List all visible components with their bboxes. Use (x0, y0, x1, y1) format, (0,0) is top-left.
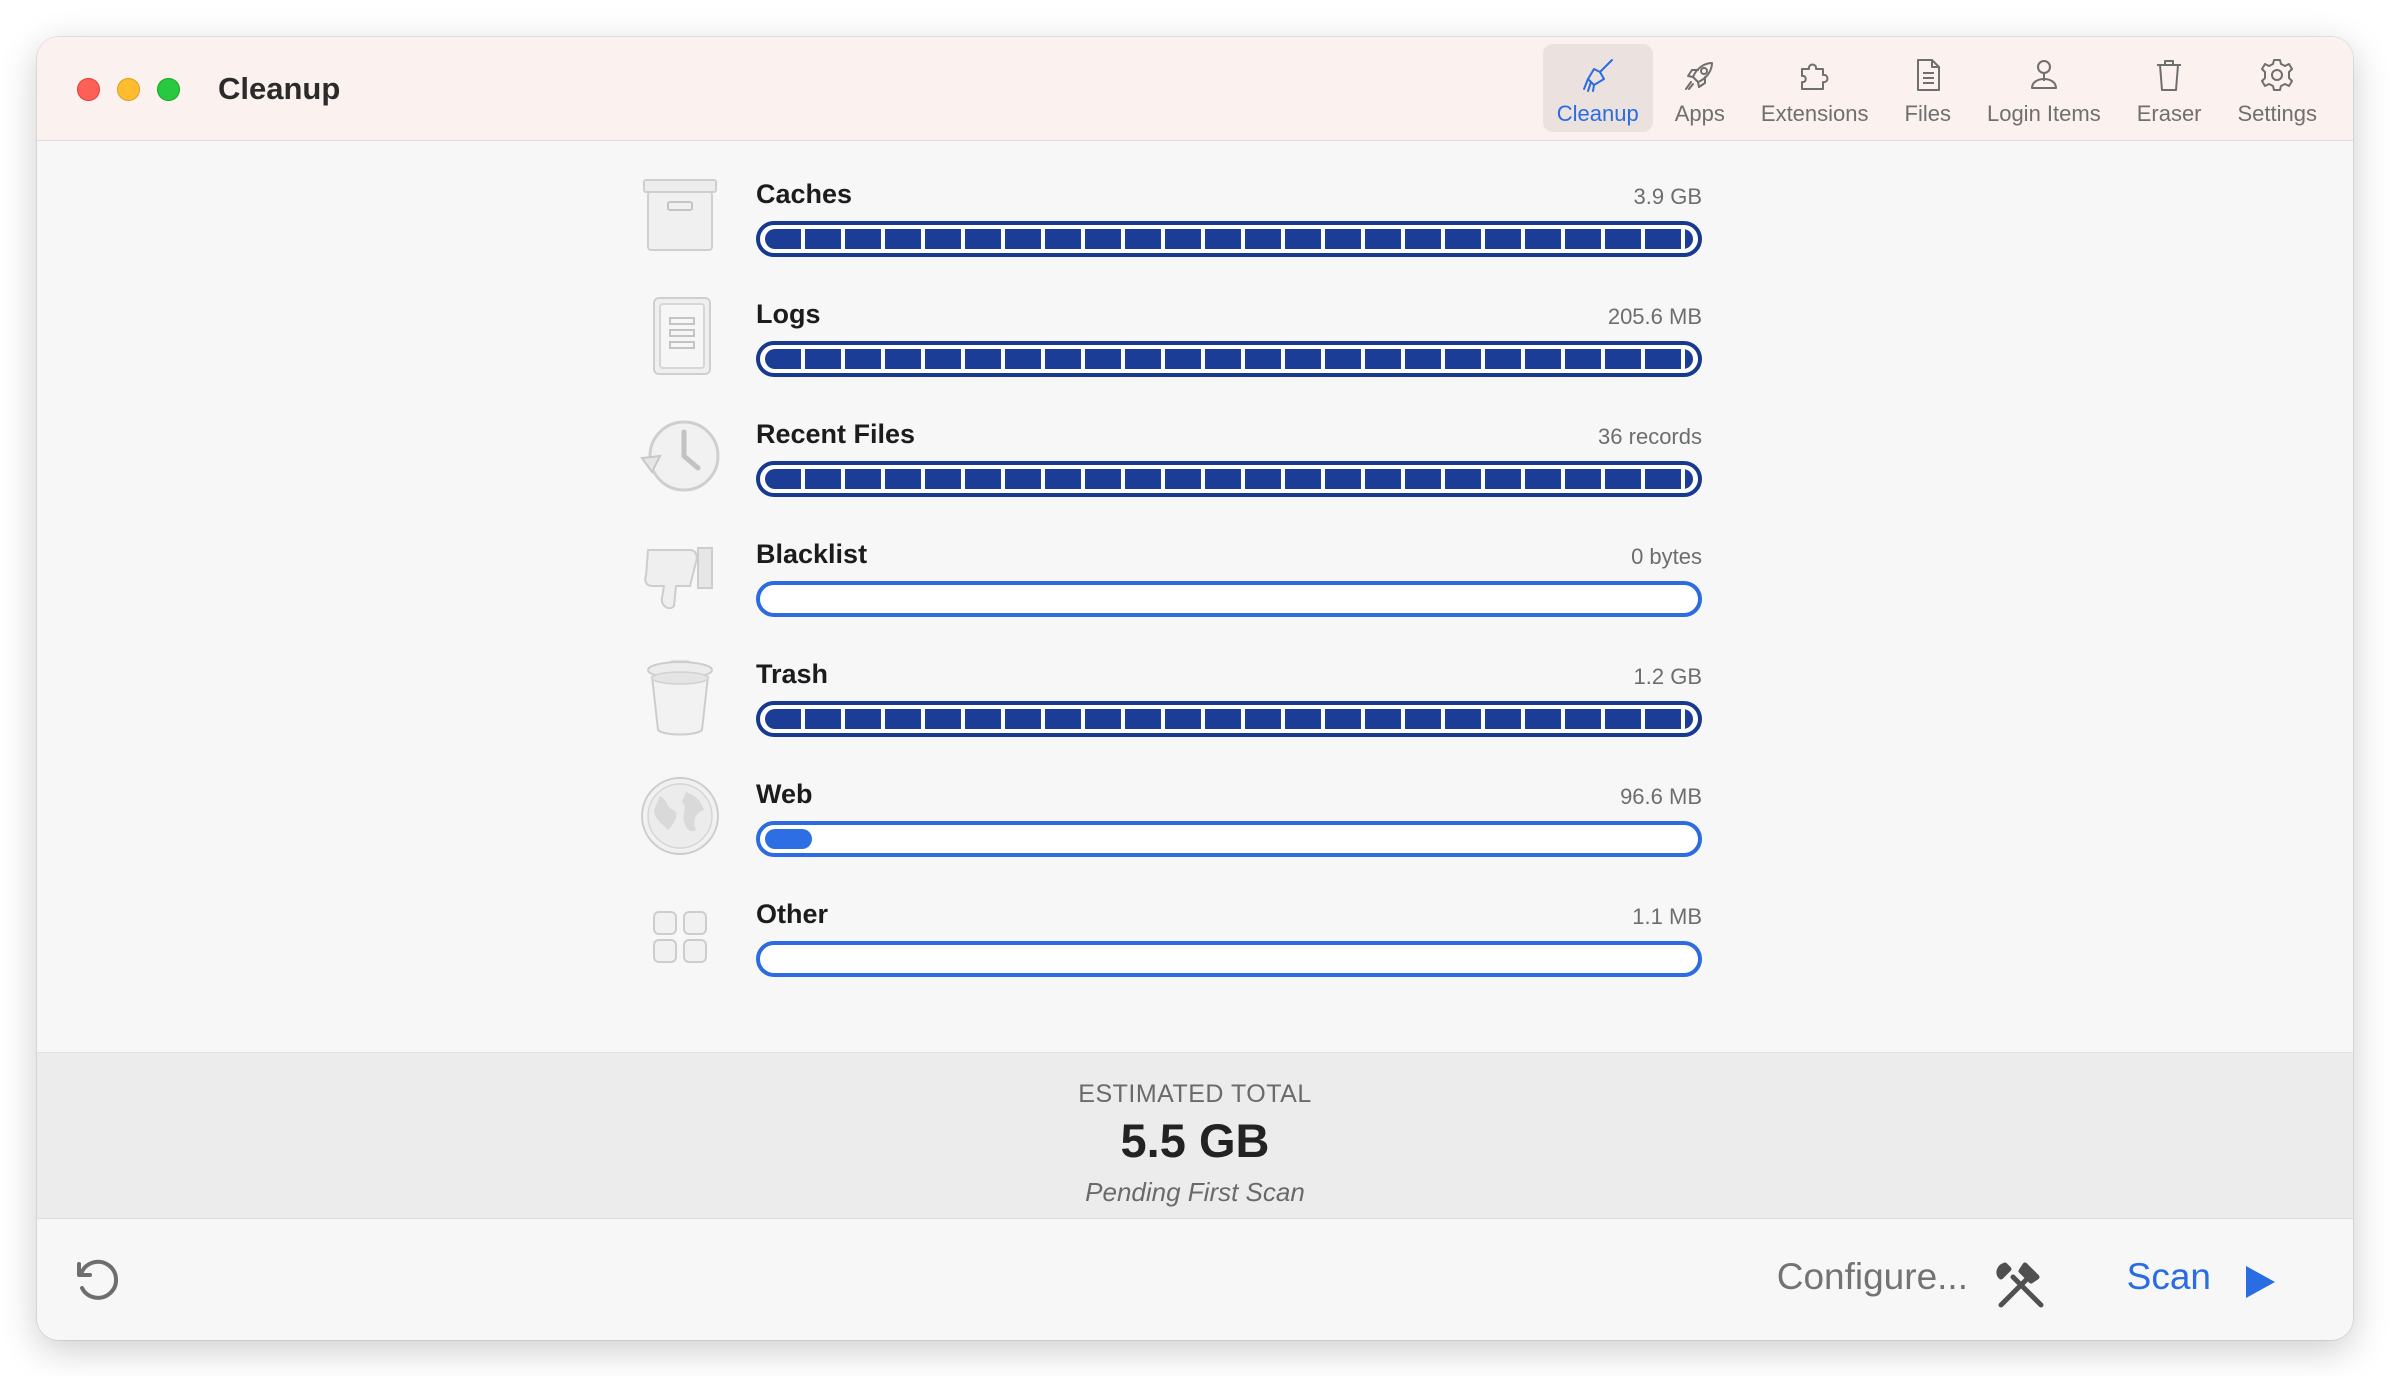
category-row-trash[interactable]: Trash 1.2 GB (638, 656, 1738, 776)
refresh-icon[interactable] (69, 1252, 125, 1308)
scan-label: Scan (2126, 1256, 2211, 1297)
tab-extensions[interactable]: Extensions (1747, 44, 1883, 132)
title-bar: Cleanup Cleanup Apps Extensions Files Lo… (37, 37, 2353, 141)
category-row-blacklist[interactable]: Blacklist 0 bytes (638, 536, 1738, 656)
category-size: 1.1 MB (1632, 904, 1702, 929)
category-size: 0 bytes (1631, 544, 1702, 569)
tab-label: Files (1904, 101, 1951, 126)
progress-fill (765, 469, 1693, 489)
close-window-button[interactable] (77, 78, 100, 101)
trash-icon (2149, 55, 2189, 95)
category-size: 3.9 GB (1633, 184, 1702, 209)
category-progress-bar (756, 341, 1702, 377)
category-progress-bar (756, 701, 1702, 737)
category-progress-bar (756, 821, 1702, 857)
globe-icon (638, 774, 722, 858)
category-row-caches[interactable]: Caches 3.9 GB (638, 176, 1738, 296)
tab-cleanup[interactable]: Cleanup (1542, 44, 1653, 132)
zoom-window-button[interactable] (157, 78, 180, 101)
progress-fill (765, 709, 1693, 729)
app-window: Cleanup Cleanup Apps Extensions Files Lo… (37, 37, 2353, 1340)
tab-files[interactable]: Files (1891, 44, 1965, 132)
trash-can-icon (638, 654, 722, 738)
summary-panel: ESTIMATED TOTAL 5.5 GB Pending First Sca… (37, 1052, 2353, 1219)
tools-icon[interactable] (1991, 1257, 2051, 1311)
configure-button[interactable]: Configure... (1777, 1256, 1968, 1298)
category-row-web[interactable]: Web 96.6 MB (638, 776, 1738, 896)
tab-eraser[interactable]: Eraser (2123, 44, 2216, 132)
progress-fill (765, 829, 812, 849)
broom-icon (1578, 55, 1618, 95)
window-title: Cleanup (218, 71, 341, 106)
play-icon[interactable] (2242, 1263, 2278, 1301)
tab-apps[interactable]: Apps (1661, 44, 1739, 132)
minimize-window-button[interactable] (117, 78, 140, 101)
category-row-logs[interactable]: Logs 205.6 MB (638, 296, 1738, 416)
thumbs-down-icon (638, 534, 722, 618)
tab-settings[interactable]: Settings (2224, 44, 2332, 132)
clock-history-icon (638, 414, 722, 498)
tab-label: Login Items (1986, 101, 2101, 126)
category-size: 96.6 MB (1620, 784, 1702, 809)
category-progress-bar (756, 461, 1702, 497)
toolbar: Cleanup Apps Extensions Files Login Item… (1535, 44, 2331, 132)
rocket-icon (1680, 55, 1720, 95)
tab-label: Eraser (2136, 101, 2202, 126)
puzzle-icon (1795, 55, 1835, 95)
document-icon (1908, 55, 1948, 95)
tab-label: Extensions (1760, 101, 1869, 126)
category-progress-bar (756, 941, 1702, 977)
tab-label: Settings (2237, 101, 2318, 126)
category-row-recent-files[interactable]: Recent Files 36 records (638, 416, 1738, 536)
tab-label: Apps (1674, 101, 1725, 126)
progress-fill (765, 229, 1693, 249)
footer-bar: Configure... Scan (37, 1220, 2353, 1340)
category-size: 205.6 MB (1607, 304, 1702, 329)
gear-icon (2257, 55, 2297, 95)
category-progress-bar (756, 581, 1702, 617)
estimated-total-value: 5.5 GB (1120, 1114, 1270, 1167)
grid-squares-icon (638, 894, 722, 978)
window-controls (77, 78, 180, 101)
configure-label: Configure... (1776, 1256, 1968, 1297)
category-size: 1.2 GB (1633, 664, 1702, 689)
tab-login-items[interactable]: Login Items (1973, 44, 2115, 132)
category-size: 36 records (1598, 424, 1702, 449)
scan-status: Pending First Scan (1085, 1177, 1305, 1207)
progress-fill (765, 349, 1693, 369)
tab-label: Cleanup (1556, 101, 1639, 126)
category-progress-bar (756, 221, 1702, 257)
log-document-icon (638, 294, 722, 378)
category-list: Caches 3.9 GB Logs 205.6 MB Recent Files… (638, 176, 1738, 1016)
category-row-other[interactable]: Other 1.1 MB (638, 896, 1738, 1016)
estimated-total-label: ESTIMATED TOTAL (1078, 1080, 1312, 1108)
person-icon (2024, 55, 2064, 95)
archive-box-icon (638, 174, 722, 258)
scan-button[interactable]: Scan (2127, 1256, 2211, 1298)
